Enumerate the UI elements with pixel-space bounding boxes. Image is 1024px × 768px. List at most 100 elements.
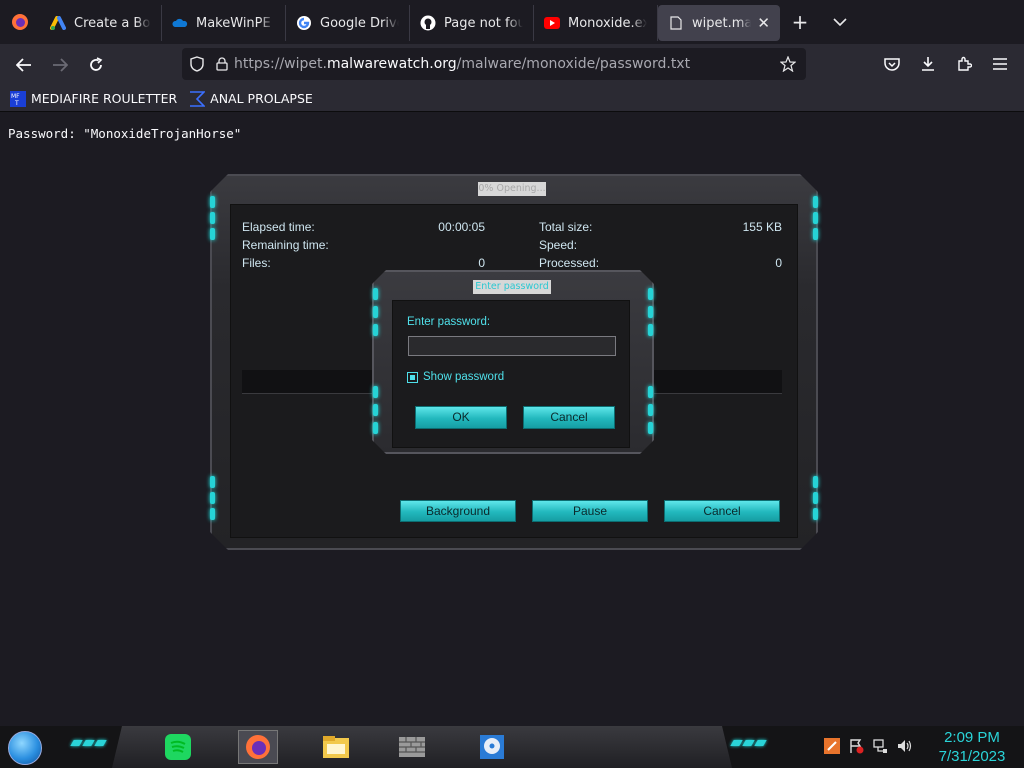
password-input[interactable]: [408, 336, 616, 356]
downloads-button[interactable]: [910, 48, 946, 80]
led-decoration: [210, 476, 215, 488]
password-dialog: Enter password Enter password: Show pass…: [372, 270, 654, 454]
tab-title: MakeWinPE - O: [196, 15, 275, 31]
hamburger-menu-icon: [993, 58, 1007, 70]
extensions-button[interactable]: [946, 48, 982, 80]
led-decoration: [648, 404, 653, 416]
file-explorer-icon: [323, 736, 349, 758]
pause-button[interactable]: Pause: [532, 500, 648, 522]
url-text[interactable]: https://wipet.malwarewatch.org/malware/m…: [234, 56, 770, 72]
forward-button[interactable]: [42, 49, 78, 81]
elapsed-time-value: 00:00:05: [438, 220, 485, 234]
led-decoration: [373, 306, 378, 318]
tab-title: Page not found: [444, 15, 523, 31]
led-decoration: [373, 288, 378, 300]
taskbar-firefox[interactable]: [238, 730, 278, 764]
tab-title: Google Drive: Si: [320, 15, 399, 31]
led-decoration: [70, 740, 107, 746]
led-decoration: [648, 306, 653, 318]
total-size-label: Total size:: [539, 220, 593, 234]
action-center-flag-icon[interactable]: [848, 738, 864, 754]
navigation-bar: https://wipet.malwarewatch.org/malware/m…: [0, 44, 1024, 86]
led-decoration: [373, 386, 378, 398]
tab-google-drive[interactable]: Google Drive: Si: [286, 5, 410, 41]
processed-label: Processed:: [539, 256, 600, 270]
clock-date: 7/31/2023: [938, 748, 1006, 765]
led-decoration: [373, 422, 378, 434]
firewall-icon: [399, 737, 425, 757]
office-update-icon[interactable]: [824, 738, 840, 754]
svg-text:T: T: [14, 100, 19, 107]
total-size-value: 155 KB: [742, 220, 782, 234]
bookmark-label: MEDIAFIRE ROULETTER: [31, 91, 178, 106]
volume-icon[interactable]: [896, 738, 912, 754]
led-decoration: [813, 476, 818, 488]
tab-title: Create a Bootab: [74, 15, 151, 31]
led-decoration: [373, 404, 378, 416]
led-decoration: [373, 324, 378, 336]
tab-page-not-found[interactable]: Page not found: [410, 5, 534, 41]
github-icon: [420, 15, 436, 31]
bookmark-anal-prolapse[interactable]: ANAL PROLAPSE: [189, 90, 313, 107]
bookmark-folder-icon: [189, 90, 207, 107]
reload-button[interactable]: [78, 49, 114, 81]
download-icon: [922, 57, 934, 71]
youtube-icon: [544, 15, 560, 31]
google-ads-icon: [50, 15, 66, 31]
back-arrow-icon: [16, 58, 31, 72]
elapsed-time-label: Elapsed time:: [242, 220, 315, 234]
bookmark-mediafire-rouletter[interactable]: MF T MEDIAFIRE ROULETTER: [10, 90, 178, 107]
bookmark-star-icon[interactable]: [770, 56, 806, 72]
window-title: 0% Opening...: [478, 182, 546, 196]
led-decoration: [648, 288, 653, 300]
led-decoration: [210, 196, 215, 208]
tab-monoxide-youtube[interactable]: Monoxide.exe: [534, 5, 658, 41]
system-tray: [824, 738, 912, 754]
taskbar-file-explorer[interactable]: [316, 730, 356, 764]
google-icon: [296, 15, 312, 31]
pocket-icon: [884, 57, 900, 71]
tab-makewinpe[interactable]: MakeWinPE - O: [162, 5, 286, 41]
dialog-cancel-button[interactable]: Cancel: [523, 406, 615, 429]
firefox-icon: [246, 735, 270, 759]
ok-button[interactable]: OK: [415, 406, 507, 429]
start-button[interactable]: [8, 731, 42, 765]
led-decoration: [730, 740, 767, 746]
taskbar-firewall[interactable]: [392, 730, 432, 764]
back-button[interactable]: [6, 49, 42, 81]
new-tab-button[interactable]: +: [780, 0, 820, 44]
taskbar-disk-utility[interactable]: [472, 730, 512, 764]
tracking-protection-shield-icon[interactable]: [182, 56, 212, 72]
mediafire-icon: MF T: [10, 90, 26, 107]
firefox-view-button[interactable]: [0, 0, 40, 44]
password-text: Password: "MonoxideTrojanHorse": [8, 126, 242, 141]
cancel-button[interactable]: Cancel: [664, 500, 780, 522]
remaining-time-label: Remaining time:: [242, 238, 329, 252]
lock-icon[interactable]: [212, 57, 232, 71]
show-password-label[interactable]: Show password: [423, 371, 504, 383]
led-decoration: [648, 386, 653, 398]
led-decoration: [813, 212, 818, 224]
pocket-button[interactable]: [874, 48, 910, 80]
forward-arrow-icon: [53, 58, 68, 72]
address-bar[interactable]: https://wipet.malwarewatch.org/malware/m…: [182, 48, 806, 80]
puzzle-icon: [958, 56, 972, 71]
led-decoration: [813, 508, 818, 520]
taskbar-clock[interactable]: 2:09 PM 7/31/2023: [930, 728, 1014, 766]
background-button[interactable]: Background: [400, 500, 516, 522]
show-password-checkbox[interactable]: [407, 372, 418, 383]
led-decoration: [210, 492, 215, 504]
files-label: Files:: [242, 256, 271, 270]
tab-create-bootable[interactable]: Create a Bootab: [40, 5, 162, 41]
network-icon[interactable]: [872, 738, 888, 754]
tab-wipet-malwarewatch[interactable]: wipet.malwa ✕: [658, 5, 780, 41]
taskbar-spotify[interactable]: [158, 730, 198, 764]
svg-text:MF: MF: [11, 93, 20, 100]
list-all-tabs-button[interactable]: [820, 0, 860, 44]
chevron-down-icon: [833, 18, 847, 26]
app-menu-button[interactable]: [982, 48, 1018, 80]
url-domain: malwarewatch.org: [326, 56, 457, 72]
close-tab-icon[interactable]: ✕: [757, 14, 770, 32]
document-icon: [668, 15, 684, 31]
processed-value: 0: [775, 256, 782, 270]
